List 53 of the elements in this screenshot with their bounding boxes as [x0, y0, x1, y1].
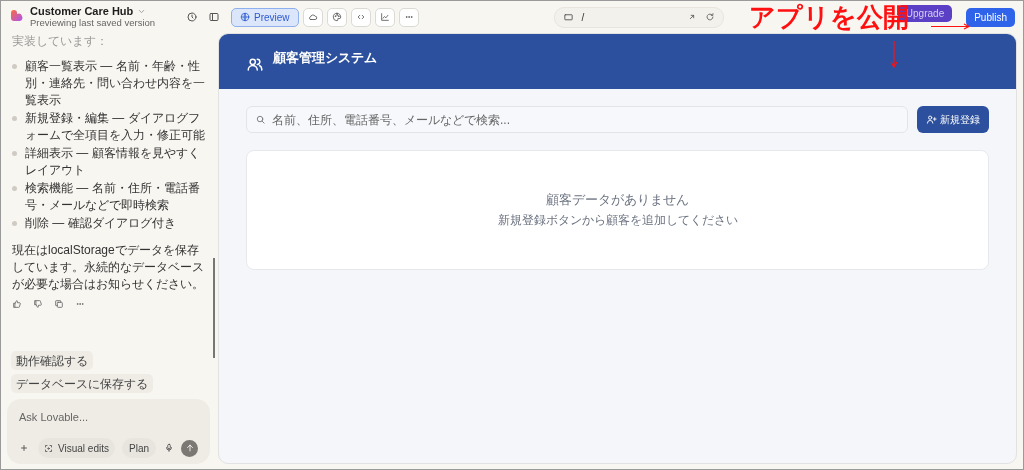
search-icon [255, 114, 266, 125]
list-item-text: 検索機能 — 名前・住所・電話番号・メールなどで即時検索 [25, 180, 201, 214]
new-customer-button[interactable]: 新規登録 [917, 106, 989, 133]
suggestion-chip[interactable]: 動作確認する [11, 351, 93, 370]
empty-hint: 新規登録ボタンから顧客を追加してください [497, 212, 738, 230]
cloud-icon [307, 12, 318, 22]
bullet-icon [12, 186, 17, 191]
list-item-text: 顧客一覧表示 — 名前・年齢・性別・連絡先・問い合わせ内容を一覧表示 [25, 58, 206, 109]
bullet-icon [12, 221, 17, 226]
globe-icon [240, 12, 250, 22]
plus-icon[interactable] [19, 443, 29, 453]
message-text: 現在はlocalStorageでデータを保存しています。永続的なデータベースが必要な場合はお知らせください。 [12, 242, 205, 293]
microphone-icon[interactable] [164, 443, 174, 453]
refresh-icon[interactable] [704, 12, 715, 22]
address-bar[interactable]: / [553, 6, 724, 28]
chat-input-box[interactable]: Ask Lovable... Visual edits Plan [7, 399, 210, 464]
copy-icon[interactable] [54, 299, 64, 309]
list-item-text: 詳細表示 — 顧客情報を見やすくレイアウト [25, 145, 201, 179]
chart-button[interactable] [374, 7, 395, 27]
suggestion-chip[interactable]: データベースに保存する [11, 374, 153, 393]
app-logo [11, 10, 24, 24]
annotation-arrow [931, 23, 971, 30]
bullet-icon [12, 64, 17, 69]
bullet-icon [12, 116, 17, 121]
app-title: 顧客管理システム [273, 49, 377, 67]
selection-icon [44, 443, 53, 453]
url-text: / [581, 10, 585, 25]
code-icon [355, 12, 366, 22]
project-status: Previewing last saved version [30, 17, 157, 29]
search-field[interactable]: 名前、住所、電話番号、メールなどで検索... [246, 106, 908, 133]
plan-button[interactable]: Plan [122, 438, 156, 458]
project-name[interactable]: Customer Care Hub [30, 5, 134, 17]
publish-button[interactable]: Publish [966, 7, 1015, 27]
palette-icon [331, 12, 342, 22]
bullet-icon [12, 151, 17, 156]
empty-title: 顧客データがありません [546, 191, 689, 209]
list-item-text: 削除 — 確認ダイアログ付き [25, 215, 176, 232]
cloud-button[interactable] [302, 7, 323, 27]
history-icon[interactable] [186, 11, 198, 23]
arrow-up-icon [184, 443, 195, 453]
thumbs-up-icon[interactable] [12, 299, 22, 309]
preview-tab[interactable]: Preview [231, 7, 299, 27]
send-button[interactable] [181, 439, 198, 457]
message-text: 実装しています： [12, 33, 109, 50]
visual-edits-button[interactable]: Visual edits [38, 438, 115, 458]
annotation-arrow [890, 41, 898, 69]
user-plus-icon [926, 114, 937, 125]
sidebar-icon[interactable] [208, 11, 220, 23]
chart-icon [379, 12, 390, 22]
monitor-icon [562, 11, 574, 23]
list-item-text: 新規登録・編集 — ダイアログフォームで全項目を入力・修正可能 [25, 110, 206, 144]
thumbs-down-icon[interactable] [33, 299, 43, 309]
palette-button[interactable] [326, 7, 347, 27]
